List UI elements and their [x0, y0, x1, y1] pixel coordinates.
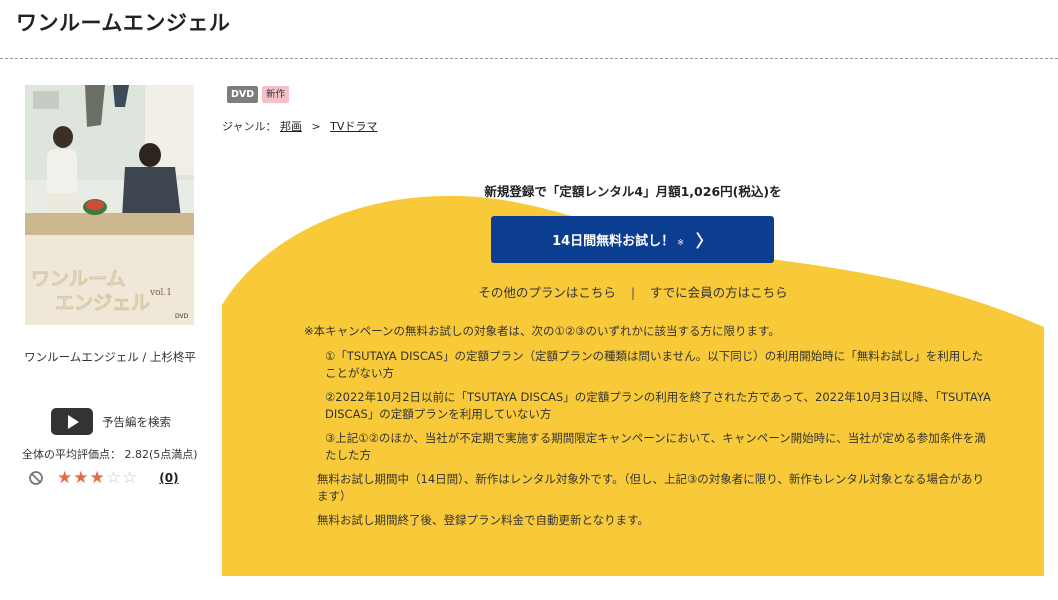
notes-intro: ※本キャンペーンの無料お試しの対象者は、次の①②③のいずれかに該当する方に限りま…	[304, 324, 780, 338]
cover-vol-label: vol.1	[149, 288, 172, 298]
star-filled-icon: ★	[73, 468, 89, 488]
format-badges: DVD 新作	[227, 86, 290, 103]
notes-condition-2: ②2022年10月2日以前に「TSUTAYA DISCAS」の定額プランの利用を…	[325, 390, 991, 421]
header-divider	[0, 58, 1058, 59]
average-rating-text: 全体の平均評価点： 2.82(5点満点)	[22, 448, 198, 461]
cover-title-line2: エンジェル	[55, 292, 150, 314]
existing-member-link[interactable]: すでに会員の方はこちら	[650, 285, 788, 300]
link-divider: |	[630, 285, 636, 300]
trailer-search-button[interactable]: 予告編を検索	[51, 408, 171, 435]
notes-trial-period: 無料お試し期間中（14日間）、新作はレンタル対象外です。（但し、上記③の対象者に…	[317, 472, 984, 503]
star-filled-icon: ★	[57, 468, 73, 488]
breadcrumb-separator: >	[311, 120, 321, 133]
rating-row: ★ ★ ★ ☆ ☆ (0)	[28, 469, 179, 487]
star-empty-icon: ☆	[122, 468, 138, 488]
star-empty-icon: ☆	[105, 468, 121, 488]
notes-auto-renewal: 無料お試し期間終了後、登録プラン料金で自動更新となります。	[317, 513, 650, 527]
genre-breadcrumb: ジャンル： 邦画 > TVドラマ	[222, 118, 377, 134]
chevron-right-icon: 〉	[695, 232, 713, 252]
free-trial-button[interactable]: 14日間無料お試し！ ※ 〉	[491, 216, 774, 263]
cover-brand-label: DVD	[175, 313, 189, 320]
genre-link-japanese-film[interactable]: 邦画	[280, 120, 302, 133]
promo-headline: 新規登録で「定額レンタル4」月額1,026円(税込)を	[484, 184, 782, 199]
notes-condition-3: ③上記①②のほか、当社が不定期で実施する期間限定キャンペーンにおいて、キャンペー…	[325, 431, 986, 462]
rating-stars: ★ ★ ★ ☆ ☆	[57, 469, 137, 487]
plan-links: その他のプランはこちら | すでに会員の方はこちら	[222, 282, 1044, 301]
cover-title-line1: ワンルーム	[31, 268, 125, 290]
genre-label: ジャンル：	[222, 120, 277, 133]
dvd-badge: DVD	[227, 86, 259, 103]
new-release-badge: 新作	[262, 86, 290, 103]
page-title: ワンルームエンジェル	[16, 11, 231, 35]
prohibited-icon[interactable]	[28, 470, 44, 486]
review-count-link[interactable]: (0)	[159, 471, 178, 485]
play-icon[interactable]	[51, 408, 93, 435]
trailer-search-label: 予告編を検索	[102, 414, 171, 429]
cover-caption: ワンルームエンジェル / 上杉柊平	[24, 350, 196, 364]
campaign-notes: ※本キャンペーンの無料お試しの対象者は、次の①②③のいずれかに該当する方に限りま…	[304, 323, 994, 536]
other-plans-link[interactable]: その他のプランはこちら	[478, 285, 616, 300]
notes-condition-1: ①「TSUTAYA DISCAS」の定額プラン（定額プランの種類は問いません。以…	[325, 349, 984, 380]
star-filled-icon: ★	[89, 468, 105, 488]
free-trial-label: 14日間無料お試し！	[552, 234, 675, 249]
dvd-cover-image[interactable]: ワンルーム エンジェル vol.1 DVD	[25, 85, 194, 325]
genre-link-tv-drama[interactable]: TVドラマ	[330, 120, 377, 133]
free-trial-note-mark: ※	[677, 237, 684, 247]
